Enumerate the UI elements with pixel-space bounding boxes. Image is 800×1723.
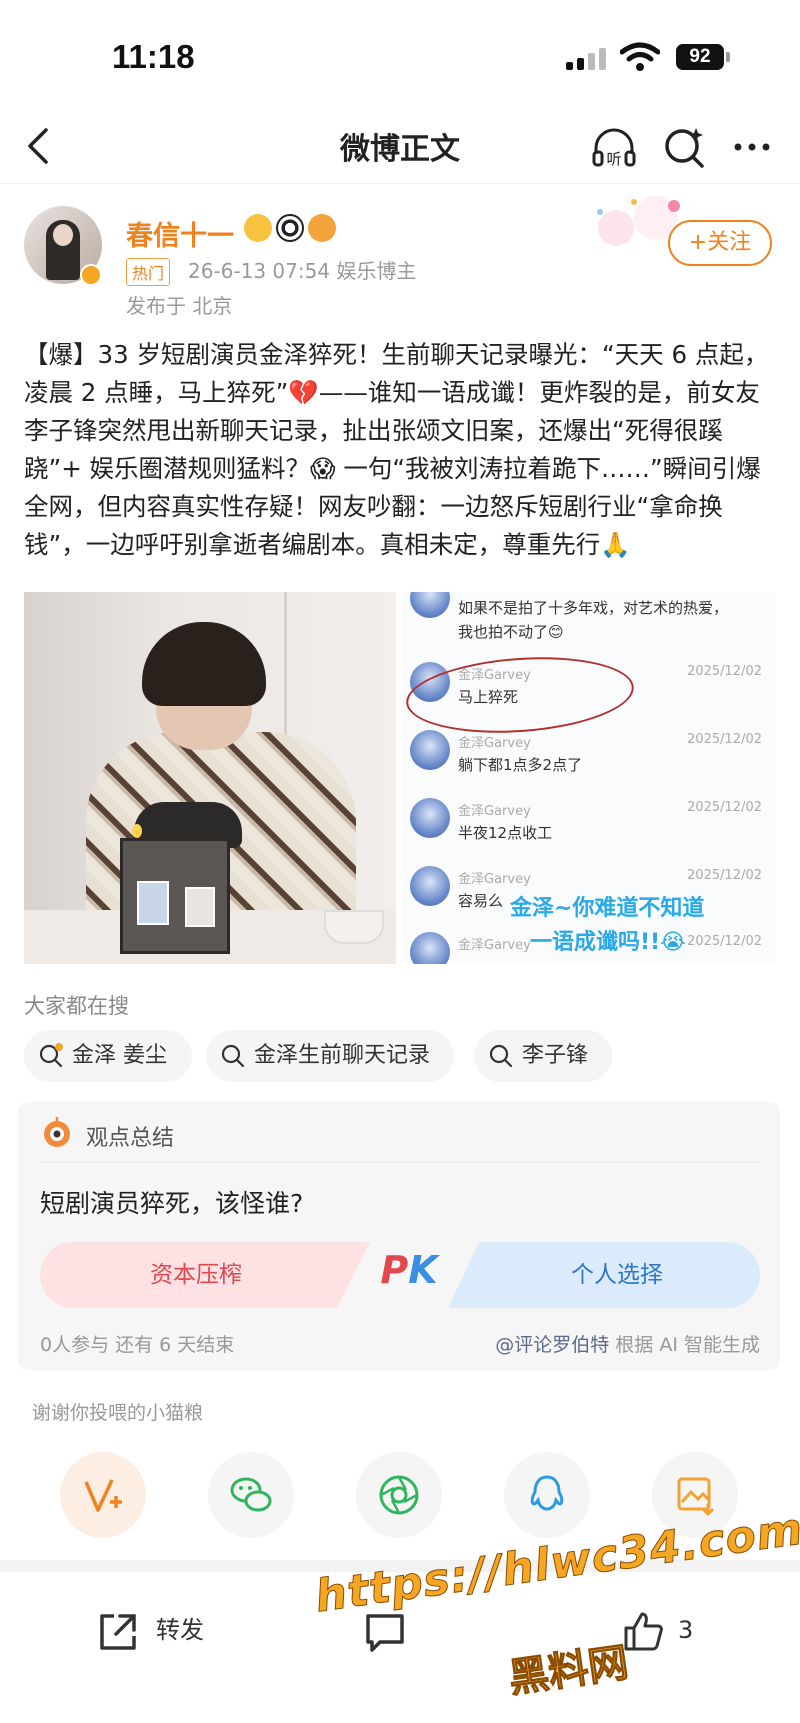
status-bar: 11:18 92 [0, 0, 800, 110]
chat-name: 金泽Garvey [458, 736, 531, 751]
post-location: 发布于 北京 [126, 294, 233, 318]
chat-caption-line: 一语成谶吗!!😭 [530, 930, 686, 955]
search-icon [39, 1043, 63, 1068]
chat-date: 2025/12/02 [687, 868, 762, 883]
search-ai-icon[interactable] [662, 124, 710, 170]
chat-avatar [410, 866, 450, 906]
hot-search-item[interactable]: 金泽生前聊天记录 [206, 1030, 454, 1082]
search-icon [489, 1044, 513, 1068]
chat-date: 2025/12/02 [687, 732, 762, 747]
battery-tip [726, 52, 730, 62]
photo-cake [120, 838, 230, 954]
watermark-name: 黑料网 [505, 1639, 632, 1703]
pk-letter-k: K [408, 1248, 438, 1292]
hot-search-item[interactable]: 金泽 姜尘 [24, 1030, 192, 1082]
author-name[interactable]: 春信十一 [126, 214, 234, 253]
comment-icon [366, 1614, 404, 1652]
robot-icon [44, 1117, 70, 1147]
chat-caption: 金泽~你难道不知道 一语成谶吗!!😭 [510, 892, 704, 960]
pk-badge: PK [370, 1248, 448, 1292]
qq-icon [530, 1475, 564, 1511]
photo-cake-picture [137, 881, 169, 925]
repost-label: 转发 [156, 1616, 204, 1644]
follow-button[interactable]: +关注 [668, 220, 772, 266]
post-photo-birthday[interactable] [24, 592, 396, 964]
hot-tag: 热门 [126, 258, 171, 286]
chat-message-line: 我也拍不动了😊 [458, 623, 564, 641]
vplus-icon [84, 1479, 122, 1512]
summary-divider [40, 1162, 758, 1163]
moments-icon [379, 1475, 419, 1515]
credit-text: 根据 AI 智能生成 [609, 1334, 760, 1356]
more-icon[interactable] [728, 124, 776, 170]
battery-icon: 92 [676, 44, 724, 70]
photo-cake-picture [185, 887, 215, 927]
svg-text:听: 听 [606, 150, 621, 168]
post-meta: 26-6-13 07:54 娱乐博主 [188, 259, 417, 283]
thanks-text: 谢谢你投喂的小猫粮 [32, 1402, 204, 1424]
share-moments[interactable] [356, 1452, 442, 1538]
save-image-icon [677, 1477, 715, 1517]
fish-emoji-icon [308, 214, 336, 242]
summary-credit: @评论罗伯特 根据 AI 智能生成 [495, 1330, 760, 1357]
chat-row: 金泽Garvey 2025/12/02 半夜12点收工 [402, 794, 776, 854]
chat-avatar [410, 932, 450, 964]
credit-link[interactable]: @评论罗伯特 [495, 1334, 609, 1356]
chat-avatar [410, 592, 450, 618]
hot-search-title: 大家都在搜 [24, 994, 129, 1018]
chat-avatar [410, 730, 450, 770]
repost-icon [100, 1614, 136, 1650]
status-time: 11:18 [112, 38, 195, 75]
repost-button[interactable]: 转发 [96, 1600, 226, 1660]
chat-name: 金泽Garvey [458, 872, 531, 887]
thumbs-up-icon [624, 1612, 663, 1651]
opinion-summary-card: 观点总结 短剧演员猝死，该怪谁? 资本压榨 PK 个人选择 0人参与 还有 6 … [18, 1102, 780, 1370]
chat-row: 如果不是拍了十多年戏，对艺术的热爱， 我也拍不动了😊 [402, 592, 776, 652]
chat-message-line: 如果不是拍了十多年戏，对艺术的热爱， [458, 599, 729, 617]
wifi-icon [620, 42, 660, 71]
post-body: 【爆】33 岁短剧演员金泽猝死！生前聊天记录曝光：“天天 6 点起，凌晨 2 点… [24, 340, 769, 559]
share-wechat[interactable] [208, 1452, 294, 1538]
summary-question: 短剧演员猝死，该怪谁? [40, 1189, 304, 1218]
listen-icon[interactable]: 听 [590, 124, 638, 170]
candle-flame [132, 824, 142, 838]
signal-icon [566, 48, 606, 70]
chat-date: 2025/12/02 [687, 800, 762, 815]
search-icon [221, 1044, 245, 1068]
verified-badge-icon [80, 264, 102, 286]
hot-search-label: 李子锋 [522, 1043, 589, 1068]
chat-message: 躺下都1点多2点了 [458, 756, 583, 774]
vote-left-button[interactable]: 资本压榨 [40, 1242, 370, 1308]
share-qq[interactable] [504, 1452, 590, 1538]
chat-message: 如果不是拍了十多年戏，对艺术的热爱， 我也拍不动了😊 [458, 596, 728, 644]
crown-emoji-icon [244, 214, 272, 242]
chat-message: 半夜12点收工 [458, 824, 553, 842]
post-photo-chat[interactable]: 如果不是拍了十多年戏，对艺术的热爱， 我也拍不动了😊 金泽Garvey 2025… [402, 592, 776, 964]
panda-emoji-icon [276, 214, 304, 242]
chat-message: 容易么 [458, 892, 504, 910]
avatar-face [53, 224, 73, 246]
summary-participants: 0人参与 还有 6 天结束 [40, 1334, 235, 1356]
pk-letter-p: P [380, 1248, 409, 1292]
chat-row: 金泽Garvey 2025/12/02 躺下都1点多2点了 [402, 726, 776, 786]
wechat-icon [230, 1477, 272, 1512]
like-button[interactable]: 3 [620, 1600, 720, 1660]
hot-search-item[interactable]: 李子锋 [474, 1030, 612, 1082]
vote-right-button[interactable]: 个人选择 [448, 1242, 760, 1308]
share-vplus[interactable] [60, 1452, 146, 1538]
hot-search-label: 金泽生前聊天记录 [254, 1043, 431, 1068]
chat-date: 2025/12/02 [687, 664, 762, 679]
chat-caption-line: 金泽~你难道不知道 [510, 896, 705, 921]
photo-cup [324, 910, 384, 944]
chat-avatar [410, 798, 450, 838]
chat-name: 金泽Garvey [458, 804, 531, 819]
like-count: 3 [678, 1616, 694, 1644]
hot-search-label: 金泽 姜尘 [72, 1043, 167, 1068]
nav-bar: 微博正文 听 [0, 110, 800, 184]
summary-title: 观点总结 [86, 1126, 175, 1151]
